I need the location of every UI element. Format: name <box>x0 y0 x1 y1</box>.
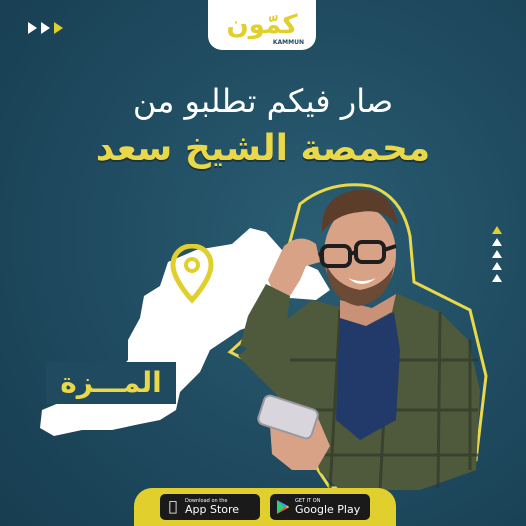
apple-icon:  <box>166 499 180 515</box>
google-play-button[interactable]: GET IT ON Google Play <box>270 494 370 520</box>
google-play-icon <box>277 500 289 514</box>
app-store-button[interactable]:  Download on the App Store <box>160 494 260 520</box>
app-store-label: App Store <box>185 503 240 516</box>
person-illustration <box>227 183 488 491</box>
app-download-bar:  Download on the App Store GET IT ON Go… <box>134 488 396 526</box>
google-play-label: Google Play <box>295 503 361 516</box>
